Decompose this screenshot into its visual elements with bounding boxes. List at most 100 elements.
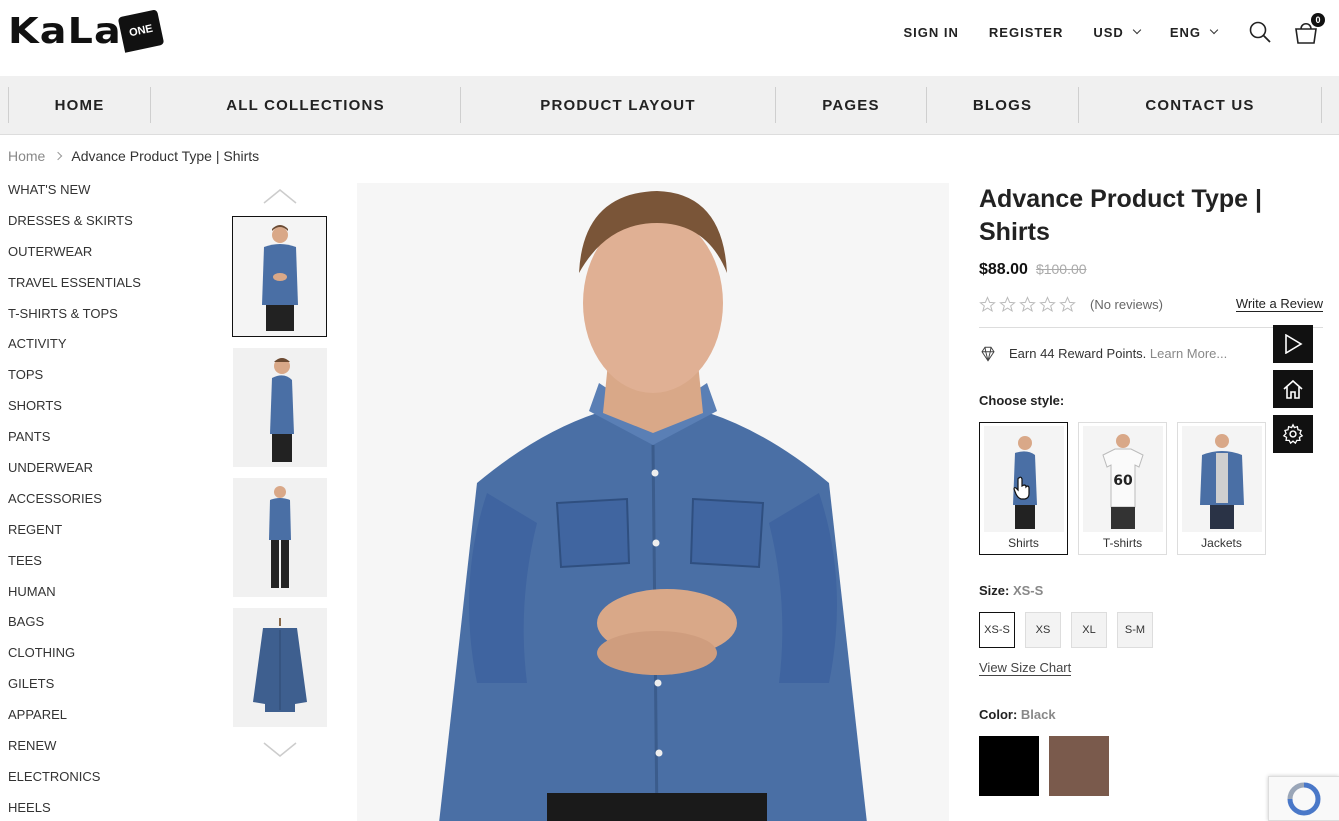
sidebar-item[interactable]: UNDERWEAR bbox=[8, 452, 208, 483]
no-reviews-text: (No reviews) bbox=[1090, 296, 1163, 312]
sidebar-item[interactable]: PANTS bbox=[8, 421, 208, 452]
thumbnail-1[interactable] bbox=[232, 216, 327, 337]
price-row: $88.00 $100.00 bbox=[979, 261, 1323, 279]
reward-points: Earn 44 Reward Points. Learn More... bbox=[979, 327, 1323, 367]
size-option[interactable]: S-M bbox=[1117, 612, 1153, 648]
thumbnail-4[interactable] bbox=[233, 608, 327, 727]
sidebar-item[interactable]: OUTERWEAR bbox=[8, 236, 208, 267]
register-link[interactable]: REGISTER bbox=[989, 25, 1063, 40]
nav-pages[interactable]: PAGES bbox=[775, 87, 926, 123]
star-icon bbox=[1059, 295, 1076, 312]
sidebar-item[interactable]: TEES bbox=[8, 545, 208, 576]
breadcrumb-current: Advance Product Type | Shirts bbox=[71, 148, 260, 164]
sidebar-item[interactable]: HEELS bbox=[8, 792, 208, 821]
sidebar-item[interactable]: TRAVEL ESSENTIALS bbox=[8, 267, 208, 298]
thumbnail-2[interactable] bbox=[233, 348, 327, 467]
cart-icon[interactable]: 0 bbox=[1293, 13, 1325, 45]
style-name: Shirts bbox=[1008, 536, 1039, 550]
nav-product-layout[interactable]: PRODUCT LAYOUT bbox=[460, 87, 775, 123]
write-review-link[interactable]: Write a Review bbox=[1235, 296, 1323, 312]
size-option[interactable]: XL bbox=[1071, 612, 1107, 648]
nav-contact-us[interactable]: CONTACT US bbox=[1078, 87, 1322, 123]
size-option[interactable]: XS-S bbox=[979, 612, 1015, 648]
sign-in-link[interactable]: SIGN IN bbox=[904, 25, 959, 40]
learn-more-link[interactable]: Learn More... bbox=[1150, 346, 1227, 361]
home-icon bbox=[1283, 379, 1303, 399]
thumbnail-3[interactable] bbox=[233, 478, 327, 597]
sidebar-item[interactable]: ACCESSORIES bbox=[8, 483, 208, 514]
chevron-down-icon bbox=[1209, 25, 1219, 35]
size-options: XS-S XS XL S-M bbox=[979, 612, 1323, 648]
logo[interactable]: KaLa ONE bbox=[8, 9, 165, 53]
breadcrumb-home[interactable]: Home bbox=[8, 148, 45, 164]
style-option-jackets[interactable]: Jackets bbox=[1177, 422, 1266, 555]
gear-icon bbox=[1282, 423, 1304, 445]
play-button[interactable] bbox=[1273, 325, 1313, 363]
sidebar-item[interactable]: ACTIVITY bbox=[8, 328, 208, 359]
size-option[interactable]: XS bbox=[1025, 612, 1061, 648]
currency-select[interactable]: USD bbox=[1093, 24, 1142, 40]
nav-all-collections[interactable]: ALL COLLECTIONS bbox=[150, 87, 460, 123]
sidebar-item[interactable]: RENEW bbox=[8, 730, 208, 761]
nav-blogs[interactable]: BLOGS bbox=[926, 87, 1078, 123]
logo-text: KaLa bbox=[8, 10, 122, 52]
sidebar-item[interactable]: TOPS bbox=[8, 359, 208, 390]
main-product-image[interactable] bbox=[357, 183, 949, 821]
color-swatch-brown[interactable] bbox=[1049, 736, 1109, 796]
star-icon bbox=[1039, 295, 1056, 312]
product-price: $88.00 bbox=[979, 261, 1028, 278]
breadcrumb: Home Advance Product Type | Shirts bbox=[8, 148, 259, 164]
style-name: Jackets bbox=[1201, 536, 1242, 550]
recaptcha-icon bbox=[1287, 782, 1321, 815]
recaptcha-badge[interactable] bbox=[1268, 776, 1339, 821]
hand-cursor-icon bbox=[1013, 476, 1031, 505]
product-title: Advance Product Type | Shirts bbox=[979, 185, 1262, 246]
color-selected-value: Black bbox=[1020, 707, 1056, 722]
play-icon bbox=[1285, 334, 1303, 354]
language-value: ENG bbox=[1169, 24, 1201, 40]
thumb-prev-button[interactable] bbox=[232, 182, 328, 210]
sidebar-item[interactable]: ELECTRONICS bbox=[8, 761, 208, 792]
sidebar-item[interactable]: BAGS bbox=[8, 606, 208, 637]
sidebar-item[interactable]: WHAT'S NEW bbox=[8, 174, 208, 205]
star-icon bbox=[999, 295, 1016, 312]
style-thumbnail bbox=[1181, 426, 1262, 532]
sidebar-item[interactable]: SHORTS bbox=[8, 390, 208, 421]
main-nav: HOME ALL COLLECTIONS PRODUCT LAYOUT PAGE… bbox=[0, 76, 1339, 135]
site-header: KaLa ONE SIGN IN REGISTER USD ENG 0 bbox=[0, 0, 1339, 76]
color-swatch-black[interactable] bbox=[979, 736, 1039, 796]
chevron-up-icon bbox=[263, 189, 297, 204]
settings-button[interactable] bbox=[1273, 415, 1313, 453]
style-thumbnail: 60 bbox=[1082, 426, 1163, 532]
diamond-icon bbox=[981, 346, 995, 362]
style-name: T-shirts bbox=[1102, 536, 1143, 550]
star-icon bbox=[979, 295, 996, 312]
star-icon bbox=[1019, 295, 1036, 312]
choose-style-label: Choose style: bbox=[979, 393, 1065, 408]
sidebar-item[interactable]: DRESSES & SKIRTS bbox=[8, 205, 208, 236]
chevron-right-icon bbox=[54, 151, 63, 161]
category-sidebar: WHAT'S NEW DRESSES & SKIRTS OUTERWEAR TR… bbox=[8, 174, 208, 821]
sidebar-item[interactable]: T-SHIRTS & TOPS bbox=[8, 298, 208, 329]
currency-value: USD bbox=[1093, 24, 1124, 40]
sidebar-item[interactable]: CLOTHING bbox=[8, 637, 208, 668]
language-select[interactable]: ENG bbox=[1169, 24, 1219, 40]
size-selected-value: XS-S bbox=[1012, 583, 1044, 598]
size-label: Size: XS-S bbox=[979, 583, 1323, 598]
logo-badge: ONE bbox=[118, 9, 165, 53]
sidebar-item[interactable]: HUMAN bbox=[8, 576, 208, 607]
nav-home[interactable]: HOME bbox=[8, 87, 150, 123]
cart-count-badge: 0 bbox=[1311, 13, 1325, 27]
sidebar-item[interactable]: REGENT bbox=[8, 514, 208, 545]
search-icon[interactable] bbox=[1247, 19, 1273, 45]
sidebar-item[interactable]: APPAREL bbox=[8, 699, 208, 730]
thumb-next-button[interactable] bbox=[232, 736, 328, 764]
sidebar-item[interactable]: GILETS bbox=[8, 668, 208, 699]
thumbnail-gallery bbox=[232, 186, 328, 764]
view-size-chart-link[interactable]: View Size Chart bbox=[979, 660, 1072, 676]
color-label-text: Color: bbox=[979, 707, 1018, 722]
svg-text:60: 60 bbox=[1113, 473, 1133, 489]
home-button[interactable] bbox=[1273, 370, 1313, 408]
style-option-t-shirts[interactable]: 60 T-shirts bbox=[1078, 422, 1167, 555]
reward-text: Earn 44 Reward Points. bbox=[1009, 346, 1147, 361]
